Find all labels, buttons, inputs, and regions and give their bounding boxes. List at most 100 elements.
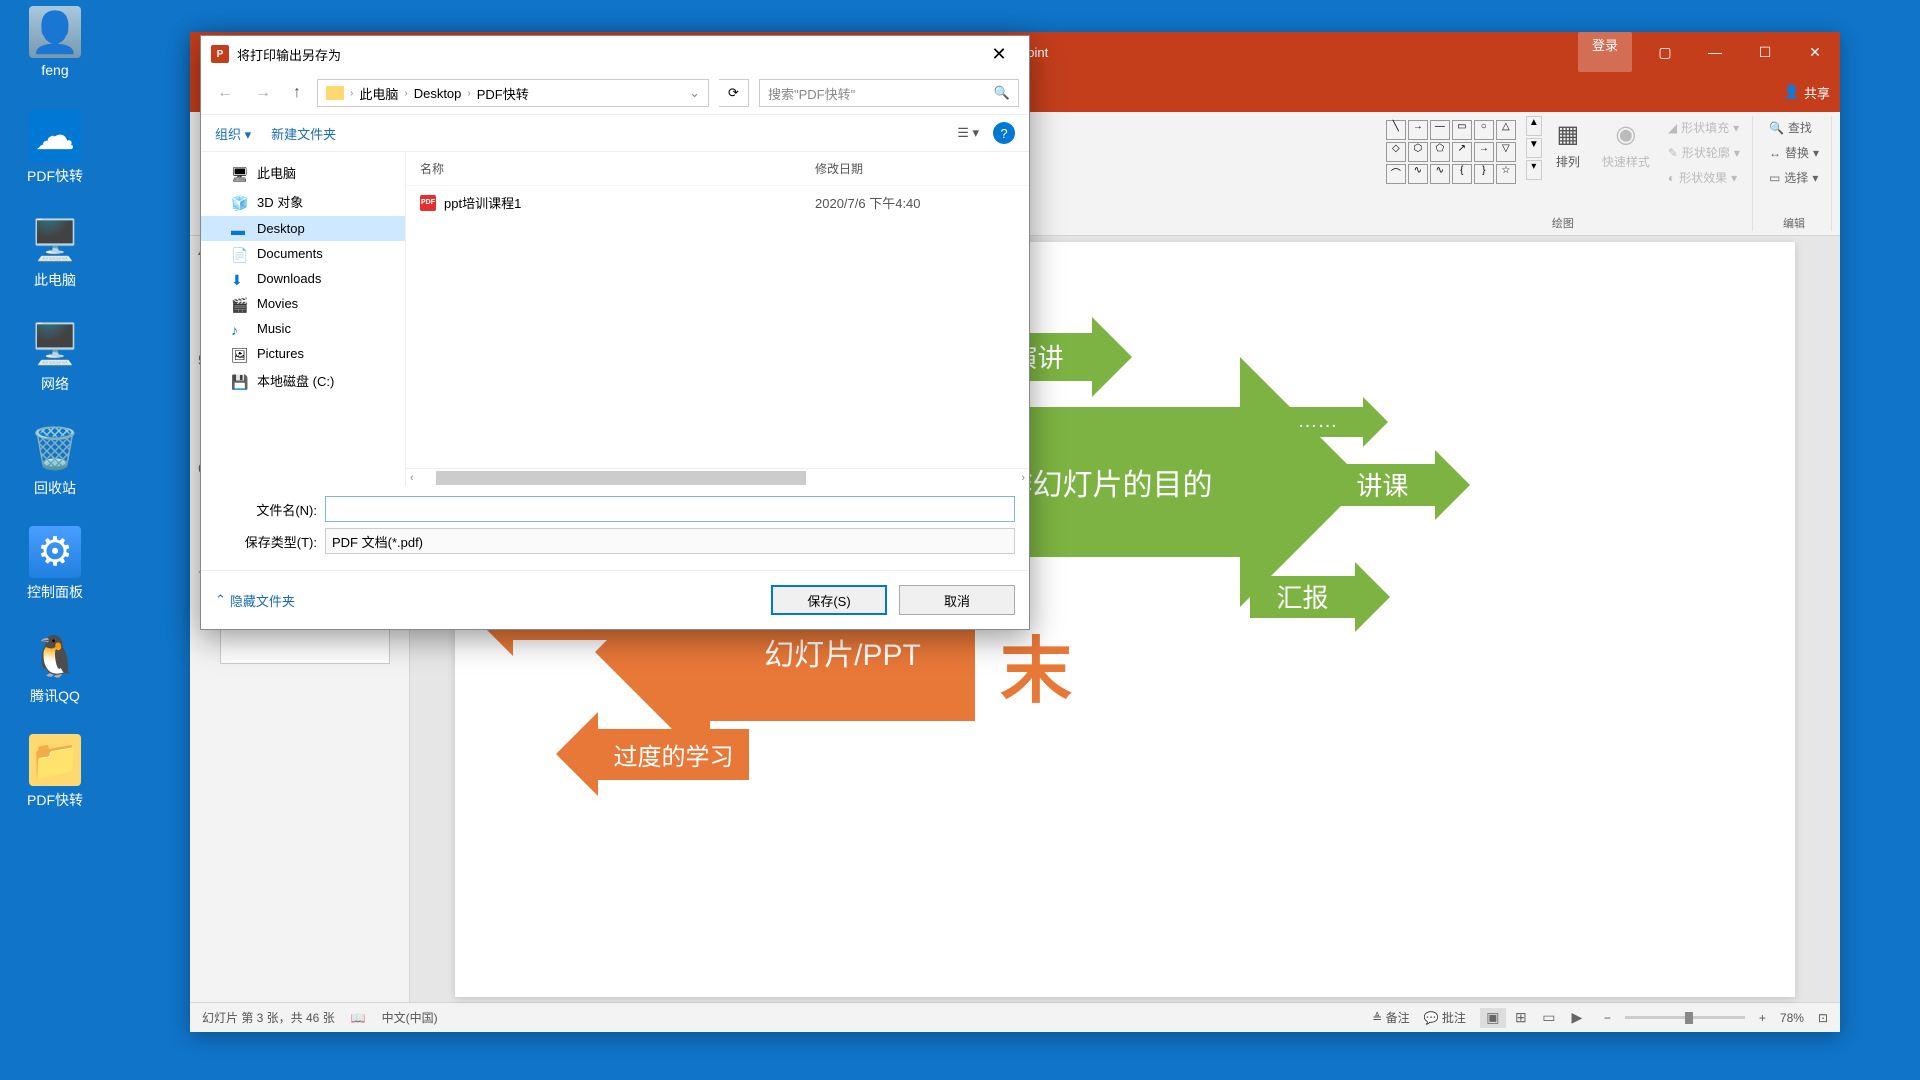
replace-button[interactable]: ↔替换▾ [1765,141,1823,164]
comments-button[interactable]: 💬 批注 [1424,1009,1466,1026]
desktop-icon-controlpanel[interactable]: ⚙ 控制面板 [10,526,100,602]
tree-documents[interactable]: 📄Documents [201,241,405,266]
zoom-level[interactable]: 78% [1780,1011,1804,1025]
column-name[interactable]: 名称 [420,160,815,177]
gallery-scroll-up-icon[interactable]: ▲ [1526,116,1542,136]
desktop-icon-pdffolder[interactable]: 📁 PDF快转 [10,734,100,810]
zoom-out-icon[interactable]: − [1604,1011,1611,1025]
music-icon: ♪ [231,322,249,336]
disk-icon: 💾 [231,374,249,388]
filename-input[interactable] [325,496,1015,522]
column-date[interactable]: 修改日期 [815,160,1015,177]
nav-up-icon[interactable]: ↑ [287,84,307,102]
breadcrumb-dropdown-icon[interactable]: ⌄ [689,85,700,101]
new-folder-button[interactable]: 新建文件夹 [271,124,336,143]
dialog-nav: ← → ↑ › 此电脑 › Desktop › PDF快转 ⌄ ⟳ 搜索"PDF… [201,72,1029,114]
language-indicator[interactable]: 中文(中国) [382,1009,438,1026]
search-field[interactable]: 搜索"PDF快转" 🔍 [759,79,1019,107]
user-icon: 👤 [29,6,81,58]
share-button[interactable]: 👤 共享 [1784,83,1830,102]
zoom-slider[interactable] [1625,1016,1745,1019]
search-icon: 🔍 [1769,121,1784,135]
tree-local-disk[interactable]: 💾本地磁盘 (C:) [201,366,405,395]
desktop-icon-user[interactable]: 👤 feng [10,6,100,78]
dialog-toolbar: 组织 ▾ 新建文件夹 ☰ ▾ ? [201,114,1029,152]
nav-back-icon[interactable]: ← [211,84,239,102]
shape-effects-button: ◐形状效果▾ [1664,166,1744,189]
shapes-gallery[interactable]: ╲→—▭○△ ◇⬡⬠↗→▽ ⌒∿∿{}☆ [1382,116,1520,188]
maximize-icon[interactable]: ☐ [1740,32,1790,72]
organize-button[interactable]: 组织 ▾ [215,124,251,143]
icon-label: 网络 [10,374,100,394]
icon-label: 回收站 [10,478,100,498]
tree-3d-objects[interactable]: 🧊3D 对象 [201,187,405,216]
arrange-button[interactable]: ▦ 排列 [1548,116,1588,174]
normal-view-icon[interactable]: ▣ [1480,1008,1506,1028]
shape-fill-button: ◢形状填充▾ [1664,116,1744,139]
icon-label: feng [10,62,100,78]
minimize-icon[interactable]: — [1690,32,1740,72]
cp-icon: ⚙ [29,526,81,578]
arrow-huibao: 汇报 [1245,562,1395,632]
gallery-more-icon[interactable]: ▾ [1526,160,1542,180]
dialog-close-icon[interactable]: ✕ [979,44,1019,65]
gallery-scroll-down-icon[interactable]: ▼ [1526,138,1542,158]
filename-label: 文件名(N): [215,500,325,519]
help-icon[interactable]: ? [993,122,1015,144]
tree-pictures[interactable]: 🖼Pictures [201,341,405,366]
desktop-icon-thispc[interactable]: 🖥️ 此电脑 [10,214,100,290]
tree-desktop[interactable]: ▬Desktop [201,216,405,241]
nav-forward-icon[interactable]: → [249,84,277,102]
status-bar: 幻灯片 第 3 张，共 46 张 📖 中文(中国) ≜ 备注 💬 批注 ▣ ⊞ … [190,1002,1840,1032]
desktop-icon-pdfapp[interactable]: ☁ PDF快转 [10,110,100,186]
tree-this-pc[interactable]: 🖥此电脑 [201,158,405,187]
pc-icon: 🖥️ [29,214,81,266]
filetype-select[interactable]: PDF 文档(*.pdf) [325,528,1015,554]
hide-folders-button[interactable]: ⌃隐藏文件夹 [215,591,295,610]
group-label: 绘图 [1382,213,1744,231]
tree-movies[interactable]: 🎬Movies [201,291,405,316]
icon-label: PDF快转 [10,790,100,810]
reading-view-icon[interactable]: ▭ [1536,1008,1562,1028]
horizontal-scrollbar[interactable]: ‹› [406,468,1029,486]
sorter-view-icon[interactable]: ⊞ [1508,1008,1534,1028]
tree-music[interactable]: ♪Music [201,316,405,341]
dialog-body: 🖥此电脑 🧊3D 对象 ▬Desktop 📄Documents ⬇Downloa… [201,152,1029,486]
breadcrumb[interactable]: › 此电脑 › Desktop › PDF快转 ⌄ [317,79,709,107]
slide-counter: 幻灯片 第 3 张，共 46 张 [202,1009,335,1026]
find-button[interactable]: 🔍查找 [1765,116,1823,139]
refresh-icon[interactable]: ⟳ [719,79,749,107]
ribbon-group-drawing: ╲→—▭○△ ◇⬡⬠↗→▽ ⌒∿∿{}☆ ▲ ▼ ▾ ▦ 排列 ◉ 快速样式 [1374,116,1753,231]
zoom-in-icon[interactable]: + [1759,1011,1766,1025]
view-mode-icon[interactable]: ☰ ▾ [957,125,979,141]
ribbon-display-icon[interactable]: ▢ [1640,32,1690,72]
cancel-button[interactable]: 取消 [899,585,1015,615]
file-row[interactable]: PDFppt培训课程1 2020/7/6 下午4:40 [406,186,1029,219]
desktop-icon-qq[interactable]: 🐧 腾讯QQ [10,630,100,706]
pdf-icon: PDF [420,195,436,211]
login-button[interactable]: 登录 [1578,32,1632,72]
cloud-icon: ☁ [29,110,81,162]
pc-icon: 🖥 [231,166,249,180]
desktop-icon-network[interactable]: 🖥️ 网络 [10,318,100,394]
group-label: 编辑 [1765,213,1823,231]
replace-icon: ↔ [1769,146,1781,160]
file-list-header[interactable]: 名称 修改日期 [406,152,1029,186]
bin-icon: 🗑️ [29,422,81,474]
close-icon[interactable]: ✕ [1790,32,1840,72]
powerpoint-icon: P [211,45,229,63]
quick-styles-button: ◉ 快速样式 [1594,116,1658,174]
slideshow-view-icon[interactable]: ▶ [1564,1008,1590,1028]
save-button[interactable]: 保存(S) [771,585,887,615]
tree-downloads[interactable]: ⬇Downloads [201,266,405,291]
folder-tree[interactable]: 🖥此电脑 🧊3D 对象 ▬Desktop 📄Documents ⬇Downloa… [201,152,406,486]
select-button[interactable]: ▭选择▾ [1765,166,1823,189]
spellcheck-icon[interactable]: 📖 [351,1011,366,1025]
fit-window-icon[interactable]: ⊡ [1818,1011,1828,1025]
arrow-jiangke: 讲课 [1325,450,1475,520]
save-as-dialog: P 将打印输出另存为 ✕ ← → ↑ › 此电脑 › Desktop › PDF… [200,35,1030,630]
file-list: 名称 修改日期 PDFppt培训课程1 2020/7/6 下午4:40 ‹› [406,152,1029,486]
notes-button[interactable]: ≜ 备注 [1372,1009,1409,1026]
desktop-icon-recyclebin[interactable]: 🗑️ 回收站 [10,422,100,498]
effects-icon: ◐ [1668,171,1675,185]
